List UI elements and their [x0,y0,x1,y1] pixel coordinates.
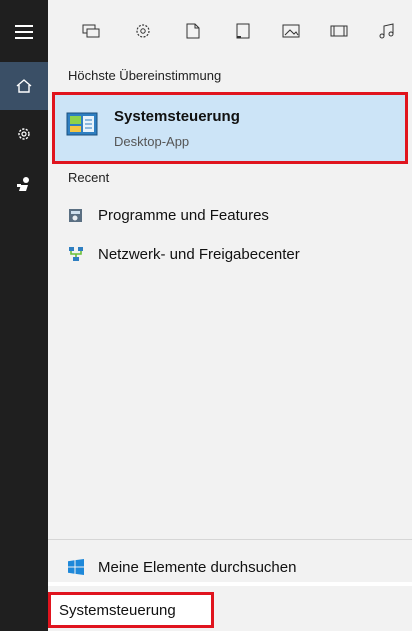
search-input[interactable] [59,601,209,619]
recent-header: Recent [68,170,110,185]
filter-documents-button[interactable] [184,22,202,40]
settings-icon [135,23,151,39]
filter-videos-button[interactable] [330,22,348,40]
documents-icon [186,23,200,39]
recent-item-programs-features[interactable]: Programme und Features [68,201,269,229]
hamburger-menu-button[interactable] [0,8,48,56]
divider [48,539,412,540]
highlight-outline [52,92,408,164]
search-my-stuff-label: Meine Elemente durchsuchen [98,558,297,576]
recent-item-label: Programme und Features [98,206,269,224]
apps-icon [82,23,100,39]
home-icon [16,78,32,94]
recent-item-network-sharing[interactable]: Netzwerk- und Freigabecenter [68,240,300,268]
videos-icon [330,24,348,38]
filter-folders-button[interactable] [234,22,252,40]
folders-icon [236,23,250,39]
filter-bar [48,0,412,62]
photos-icon [282,24,300,38]
settings-gear-icon [16,126,32,142]
best-match-result[interactable]: Systemsteuerung Desktop-App [52,92,408,164]
feedback-person-icon [16,176,32,192]
control-panel-icon [66,112,98,138]
search-box[interactable] [48,592,214,628]
best-match-title: Systemsteuerung [114,108,240,125]
feedback-button[interactable] [0,160,48,208]
filter-settings-button[interactable] [134,22,152,40]
filter-music-button[interactable] [378,22,396,40]
results-panel: Höchste Übereinstimmung Systemsteuerung … [48,62,412,569]
music-icon [379,23,395,39]
left-rail [0,0,48,631]
best-match-subtitle: Desktop-App [114,134,190,149]
recent-item-label: Netzwerk- und Freigabecenter [98,245,300,263]
best-match-header: Höchste Übereinstimmung [68,68,222,83]
filter-photos-button[interactable] [282,22,300,40]
home-button[interactable] [0,62,48,110]
search-my-stuff-button[interactable]: Meine Elemente durchsuchen [48,552,412,582]
hamburger-menu-icon [15,25,33,39]
network-sharing-icon [68,246,84,262]
programs-features-icon [68,207,84,223]
filter-apps-button[interactable] [82,22,100,40]
settings-button[interactable] [0,110,48,158]
windows-logo-icon [68,559,84,575]
